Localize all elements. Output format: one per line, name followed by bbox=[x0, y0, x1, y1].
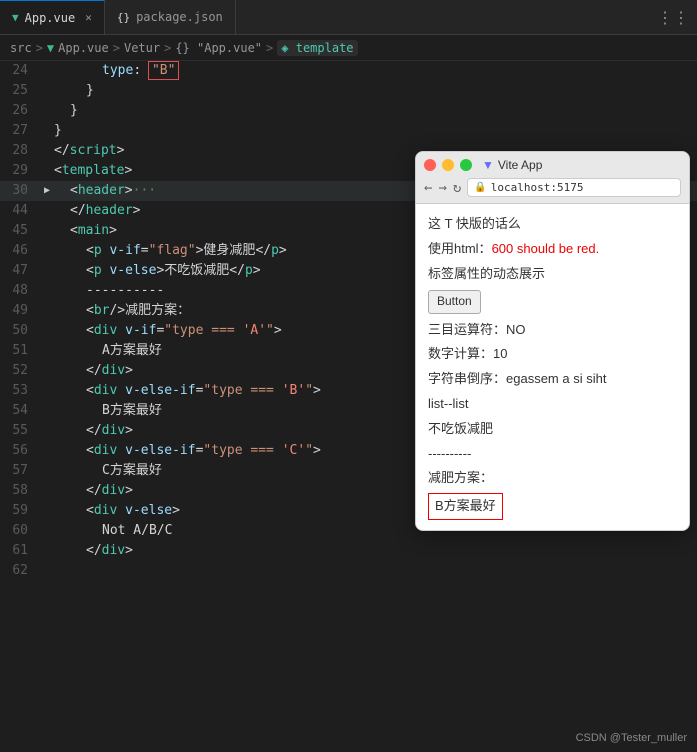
button-display: Button bbox=[428, 290, 481, 313]
line-number: 58 bbox=[0, 481, 40, 501]
browser-line-4: Button bbox=[428, 286, 677, 317]
browser-line-3: 标签属性的动态展示 bbox=[428, 262, 677, 287]
browser-content: 这 T 快版的话么 使用html：600 should be red. 标签属性… bbox=[416, 204, 689, 530]
tab-package-json[interactable]: {} package.json bbox=[105, 0, 236, 34]
result-box: B方案最好 bbox=[428, 493, 503, 520]
code-line-61: 61 </div> bbox=[0, 541, 697, 561]
browser-title: ▼ Vite App bbox=[482, 158, 542, 172]
watermark: CSDN @Tester_muller bbox=[576, 732, 687, 744]
tab-package-json-label: package.json bbox=[136, 10, 223, 24]
browser-title-text: Vite App bbox=[498, 158, 542, 172]
line-number: 26 bbox=[0, 101, 40, 121]
browser-line-6: 数字计算：10 bbox=[428, 342, 677, 367]
line-number: 29 bbox=[0, 161, 40, 181]
code-line-62: 62 bbox=[0, 561, 697, 581]
browser-line-2: 使用html：600 should be red. bbox=[428, 237, 677, 262]
line-number: 53 bbox=[0, 381, 40, 401]
maximize-circle[interactable] bbox=[460, 159, 472, 171]
code-line-25: 25 } bbox=[0, 81, 697, 101]
line-content: } bbox=[54, 101, 697, 121]
line-number: 50 bbox=[0, 321, 40, 341]
line-number: 61 bbox=[0, 541, 40, 561]
browser-line-11: 减肥方案： bbox=[428, 466, 677, 491]
close-circle[interactable] bbox=[424, 159, 436, 171]
line-number: 25 bbox=[0, 81, 40, 101]
browser-line-8: list--list bbox=[428, 392, 677, 417]
breadcrumb-app-vue: App.vue bbox=[58, 41, 109, 55]
browser-chrome: ▼ Vite App ← → ↻ 🔒 localhost:5175 bbox=[416, 152, 689, 204]
browser-nav: ← → ↻ 🔒 localhost:5175 bbox=[424, 178, 681, 197]
back-button[interactable]: ← bbox=[424, 180, 432, 196]
tab-bar-actions: ⋮⋮ bbox=[657, 8, 697, 27]
code-line-24: 24 type: "B" bbox=[0, 61, 697, 81]
line-number: 30 bbox=[0, 181, 40, 201]
minimize-circle[interactable] bbox=[442, 159, 454, 171]
collapse-arrow[interactable]: ▶ bbox=[40, 181, 54, 201]
line-number: 54 bbox=[0, 401, 40, 421]
line-number: 47 bbox=[0, 261, 40, 281]
breadcrumb-sep3: > bbox=[164, 41, 171, 55]
refresh-button[interactable]: ↻ bbox=[453, 180, 461, 196]
line-content: </div> bbox=[54, 541, 697, 561]
browser-popup: ▼ Vite App ← → ↻ 🔒 localhost:5175 这 T 快版… bbox=[415, 151, 690, 531]
line-number: 62 bbox=[0, 561, 40, 581]
breadcrumb-src: src bbox=[10, 41, 32, 55]
vue-icon: ▼ bbox=[12, 11, 19, 24]
line-number: 56 bbox=[0, 441, 40, 461]
breadcrumb-template: ◈ template bbox=[277, 40, 357, 56]
line-number: 51 bbox=[0, 341, 40, 361]
tab-app-vue-label: App.vue bbox=[25, 11, 76, 25]
line-number: 57 bbox=[0, 461, 40, 481]
breadcrumb-sep2: > bbox=[113, 41, 120, 55]
code-line-26: 26 } bbox=[0, 101, 697, 121]
browser-line-result: B方案最好 bbox=[428, 491, 677, 522]
browser-line-1: 这 T 快版的话么 bbox=[428, 212, 677, 237]
address-bar[interactable]: 🔒 localhost:5175 bbox=[467, 178, 681, 197]
line-number: 24 bbox=[0, 61, 40, 81]
tab-close-icon[interactable]: ✕ bbox=[85, 11, 92, 24]
code-line-27: 27 } bbox=[0, 121, 697, 141]
browser-title-bar: ▼ Vite App bbox=[424, 158, 681, 172]
line-number: 46 bbox=[0, 241, 40, 261]
breadcrumb: src > ▼ App.vue > Vetur > {} "App.vue" >… bbox=[0, 35, 697, 61]
line-number: 28 bbox=[0, 141, 40, 161]
browser-line-5: 三目运算符：NO bbox=[428, 318, 677, 343]
address-text: localhost:5175 bbox=[491, 181, 584, 194]
line-content: } bbox=[54, 81, 697, 101]
json-icon: {} bbox=[117, 11, 130, 24]
tab-app-vue[interactable]: ▼ App.vue ✕ bbox=[0, 0, 105, 34]
line-number: 48 bbox=[0, 281, 40, 301]
line-number: 49 bbox=[0, 301, 40, 321]
code-editor: 24 type: "B" 25 } 26 } 27 } 28 </script>… bbox=[0, 61, 697, 752]
browser-line-9: 不吃饭减肥 bbox=[428, 417, 677, 442]
forward-button[interactable]: → bbox=[438, 180, 446, 196]
browser-line-7: 字符串倒序：egassem a si siht bbox=[428, 367, 677, 392]
line-number: 45 bbox=[0, 221, 40, 241]
line-number: 55 bbox=[0, 421, 40, 441]
line-number: 52 bbox=[0, 361, 40, 381]
line-number: 59 bbox=[0, 501, 40, 521]
breadcrumb-vue-icon: ▼ bbox=[47, 41, 54, 55]
tab-bar: ▼ App.vue ✕ {} package.json ⋮⋮ bbox=[0, 0, 697, 35]
vite-icon: ▼ bbox=[482, 158, 494, 172]
line-content: type: "B" bbox=[54, 61, 697, 81]
breadcrumb-sep4: > bbox=[266, 41, 273, 55]
line-number: 27 bbox=[0, 121, 40, 141]
breadcrumb-vetur: Vetur bbox=[124, 41, 160, 55]
breadcrumb-sep1: > bbox=[36, 41, 43, 55]
browser-line-10: ---------- bbox=[428, 442, 677, 467]
lock-icon: 🔒 bbox=[474, 182, 486, 193]
line-number: 60 bbox=[0, 521, 40, 541]
line-number: 44 bbox=[0, 201, 40, 221]
line-content: } bbox=[54, 121, 697, 141]
breadcrumb-obj: {} "App.vue" bbox=[175, 41, 262, 55]
